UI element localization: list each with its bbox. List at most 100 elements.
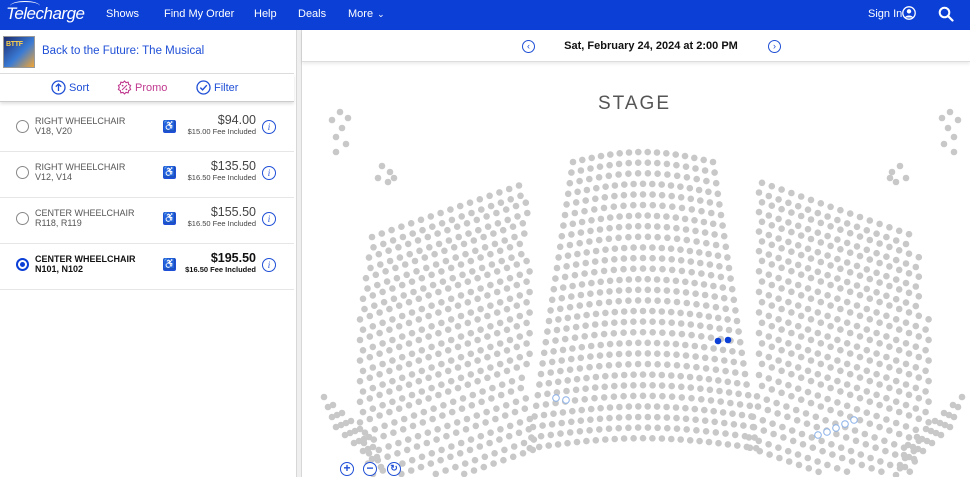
seat[interactable] bbox=[863, 227, 871, 234]
seat[interactable] bbox=[410, 288, 417, 296]
seat[interactable] bbox=[639, 265, 647, 272]
wheelchair-seat[interactable] bbox=[850, 416, 858, 424]
seat[interactable] bbox=[773, 399, 780, 407]
seat[interactable] bbox=[906, 468, 914, 476]
seat[interactable] bbox=[569, 282, 576, 290]
seat[interactable] bbox=[711, 293, 718, 300]
seat[interactable] bbox=[797, 212, 805, 220]
seat[interactable] bbox=[592, 247, 600, 255]
seat[interactable] bbox=[386, 367, 393, 375]
seat[interactable] bbox=[493, 309, 501, 316]
seat[interactable] bbox=[673, 351, 680, 359]
seat[interactable] bbox=[883, 272, 890, 280]
nav-find-my-order[interactable]: Find My Order bbox=[164, 8, 234, 20]
seat[interactable] bbox=[395, 323, 403, 330]
seat[interactable] bbox=[785, 298, 792, 306]
seat[interactable] bbox=[912, 263, 920, 271]
sign-in-link[interactable]: Sign In bbox=[868, 8, 902, 20]
seat[interactable] bbox=[473, 216, 481, 224]
seat[interactable] bbox=[667, 308, 675, 316]
seat[interactable] bbox=[644, 297, 652, 304]
seat[interactable] bbox=[583, 374, 590, 382]
seat[interactable] bbox=[625, 361, 632, 368]
seat[interactable] bbox=[516, 333, 524, 340]
seat[interactable] bbox=[635, 339, 642, 347]
seat[interactable] bbox=[765, 212, 773, 219]
seat[interactable] bbox=[804, 388, 812, 396]
seat[interactable] bbox=[497, 391, 505, 399]
seat[interactable] bbox=[522, 199, 530, 206]
seat[interactable] bbox=[938, 114, 946, 122]
seat[interactable] bbox=[583, 437, 590, 445]
seat[interactable] bbox=[758, 382, 766, 390]
seat[interactable] bbox=[866, 420, 874, 428]
seat[interactable] bbox=[430, 405, 437, 413]
seat[interactable] bbox=[649, 307, 656, 315]
seat[interactable] bbox=[692, 353, 699, 360]
seat[interactable] bbox=[509, 223, 517, 230]
seat[interactable] bbox=[797, 292, 805, 299]
seat[interactable] bbox=[673, 288, 680, 295]
seat[interactable] bbox=[668, 435, 675, 443]
seat[interactable] bbox=[444, 422, 451, 430]
seat[interactable] bbox=[883, 374, 890, 381]
seat[interactable] bbox=[922, 367, 929, 375]
seat[interactable] bbox=[503, 305, 511, 313]
seat[interactable] bbox=[732, 307, 739, 314]
seat[interactable] bbox=[654, 350, 661, 358]
seat[interactable] bbox=[487, 302, 494, 309]
seat[interactable] bbox=[530, 436, 538, 443]
seat[interactable] bbox=[537, 370, 545, 378]
seat[interactable] bbox=[611, 256, 618, 263]
seat[interactable] bbox=[415, 377, 423, 385]
seat[interactable] bbox=[435, 309, 442, 316]
seat[interactable] bbox=[663, 160, 671, 168]
seat[interactable] bbox=[678, 267, 686, 275]
seat[interactable] bbox=[693, 238, 700, 245]
seat[interactable] bbox=[729, 410, 736, 418]
seat[interactable] bbox=[710, 407, 717, 415]
seat[interactable] bbox=[846, 350, 854, 357]
seat[interactable] bbox=[745, 434, 753, 441]
seat[interactable] bbox=[807, 377, 815, 385]
seat[interactable] bbox=[513, 323, 521, 330]
seat[interactable] bbox=[876, 298, 883, 306]
seat[interactable] bbox=[447, 357, 455, 364]
seat[interactable] bbox=[467, 288, 475, 296]
seat[interactable] bbox=[566, 303, 574, 311]
seat[interactable] bbox=[359, 347, 367, 354]
seat[interactable] bbox=[711, 231, 718, 238]
seat[interactable] bbox=[701, 291, 709, 299]
seat[interactable] bbox=[514, 213, 521, 220]
seat[interactable] bbox=[644, 159, 652, 166]
seat[interactable] bbox=[691, 217, 698, 224]
wheelchair-seat[interactable] bbox=[552, 394, 560, 402]
seat[interactable] bbox=[863, 388, 871, 395]
seat[interactable] bbox=[804, 454, 812, 462]
seat[interactable] bbox=[817, 360, 825, 368]
seat[interactable] bbox=[765, 333, 773, 340]
seat[interactable] bbox=[503, 367, 511, 375]
seat[interactable] bbox=[605, 425, 613, 433]
seat[interactable] bbox=[457, 312, 465, 320]
seat[interactable] bbox=[912, 426, 920, 434]
seat[interactable] bbox=[577, 229, 585, 236]
seat[interactable] bbox=[788, 309, 795, 316]
seat[interactable] bbox=[824, 232, 831, 240]
seat[interactable] bbox=[558, 232, 566, 240]
seat[interactable] bbox=[807, 336, 815, 344]
seat[interactable] bbox=[477, 432, 485, 440]
seat[interactable] bbox=[386, 168, 394, 176]
wheelchair-seat[interactable] bbox=[841, 420, 849, 428]
seat[interactable] bbox=[513, 343, 521, 351]
seat[interactable] bbox=[658, 244, 666, 252]
seat[interactable] bbox=[369, 405, 377, 413]
seat[interactable] bbox=[853, 364, 861, 371]
seat[interactable] bbox=[804, 285, 812, 292]
seat[interactable] bbox=[817, 319, 825, 327]
seat[interactable] bbox=[356, 357, 364, 364]
seat[interactable] bbox=[925, 398, 932, 406]
seat[interactable] bbox=[493, 329, 501, 337]
seat[interactable] bbox=[797, 312, 805, 320]
seat[interactable] bbox=[905, 370, 913, 378]
